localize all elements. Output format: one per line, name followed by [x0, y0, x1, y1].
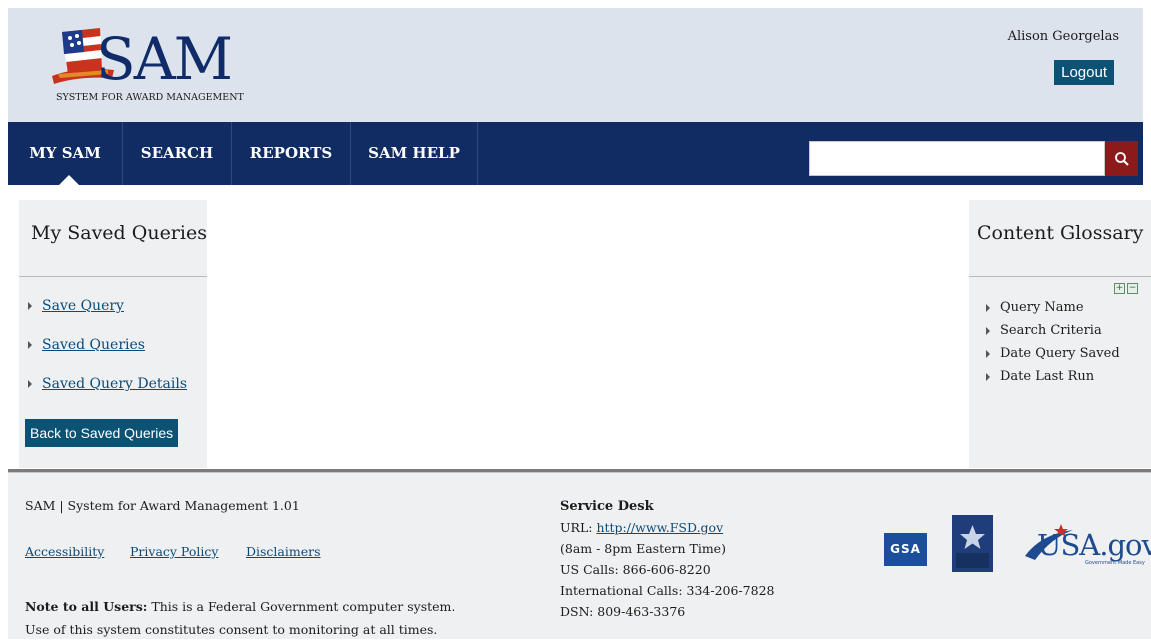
bullet-arrow-icon [986, 349, 990, 358]
nav-item-sam-help[interactable]: SAM HELP [351, 122, 478, 185]
glossary-title: Content Glossary [977, 222, 1144, 244]
divider [969, 276, 1151, 277]
user-name: Alison Georgelas [1007, 29, 1119, 44]
logo-subtitle: SYSTEM FOR AWARD MANAGEMENT [56, 92, 244, 103]
search-input[interactable] [809, 141, 1105, 176]
logo-wordmark: SAM [96, 25, 233, 93]
bullet-arrow-icon [28, 302, 32, 310]
gsa-logo[interactable]: GSA [884, 533, 927, 566]
sidebar-title: My Saved Queries [31, 222, 207, 244]
service-desk-dsn: DSN: 809-463-3376 [560, 604, 686, 619]
nav-item-reports[interactable]: REPORTS [232, 122, 351, 185]
note-label: Note to all Users: [25, 599, 148, 614]
footer-link-privacy-policy[interactable]: Privacy Policy [130, 544, 218, 559]
bullet-arrow-icon [986, 303, 990, 312]
expand-all-icon[interactable]: + [1114, 283, 1125, 294]
service-desk: Service Desk URL: http://www.FSD.gov (8a… [560, 496, 775, 622]
bullet-arrow-icon [986, 326, 990, 335]
service-desk-title: Service Desk [560, 499, 654, 514]
usagov-logo[interactable]: USA.gov Government Made Easy [1021, 520, 1151, 568]
nav-item-search[interactable]: SEARCH [123, 122, 232, 185]
bullet-arrow-icon [986, 372, 990, 381]
glossary-item-search-criteria[interactable]: Search Criteria [986, 323, 1102, 338]
site-header: SAM SYSTEM FOR AWARD MANAGEMENT Alison G… [8, 8, 1143, 122]
bullet-arrow-icon [28, 341, 32, 349]
content-glossary-sidebar: Content Glossary + − Query Name Search C… [969, 200, 1151, 468]
logout-button[interactable]: Logout [1054, 60, 1114, 85]
sam-logo[interactable]: SAM SYSTEM FOR AWARD MANAGEMENT [48, 26, 268, 112]
service-desk-url-link[interactable]: http://www.FSD.gov [596, 520, 723, 535]
main-nav: MY SAM SEARCH REPORTS SAM HELP [8, 122, 1143, 185]
back-to-saved-queries-button[interactable]: Back to Saved Queries [25, 419, 179, 447]
footer-app-name: SAM | System for Award Management 1.01 [25, 498, 300, 513]
glossary-item-query-name[interactable]: Query Name [986, 300, 1084, 315]
footer-note: Note to all Users: This is a Federal Gov… [25, 595, 455, 641]
service-desk-intl-calls: International Calls: 334-206-7828 [560, 583, 775, 598]
search-button[interactable] [1105, 141, 1138, 176]
active-tab-caret [59, 175, 79, 185]
usagov-text: USA.gov [1037, 528, 1151, 562]
site-footer: SAM | System for Award Management 1.01 A… [8, 473, 1151, 639]
magnifier-icon [1114, 151, 1129, 166]
expand-collapse-controls: + − [1114, 283, 1138, 294]
saved-queries-sidebar: My Saved Queries Save Query Saved Querie… [19, 200, 207, 468]
link-save-query[interactable]: Save Query [28, 298, 124, 314]
bullet-arrow-icon [28, 380, 32, 388]
footer-link-accessibility[interactable]: Accessibility [25, 544, 104, 559]
usagov-tagline: Government Made Easy [1085, 560, 1145, 566]
collapse-all-icon[interactable]: − [1127, 283, 1138, 294]
glossary-item-date-last-run[interactable]: Date Last Run [986, 369, 1094, 384]
service-desk-hours: (8am - 8pm Eastern Time) [560, 541, 726, 556]
link-saved-query-details[interactable]: Saved Query Details [28, 376, 187, 392]
link-saved-queries[interactable]: Saved Queries [28, 337, 145, 353]
glossary-item-date-query-saved[interactable]: Date Query Saved [986, 346, 1120, 361]
footer-link-disclaimers[interactable]: Disclaimers [246, 544, 321, 559]
iae-logo-icon[interactable] [952, 515, 993, 572]
service-desk-url-line: URL: http://www.FSD.gov [560, 520, 724, 535]
divider [19, 276, 207, 277]
note-text-2: Use of this system constitutes consent t… [25, 622, 438, 637]
service-desk-us-calls: US Calls: 866-606-8220 [560, 562, 711, 577]
note-text: This is a Federal Government computer sy… [147, 599, 456, 614]
